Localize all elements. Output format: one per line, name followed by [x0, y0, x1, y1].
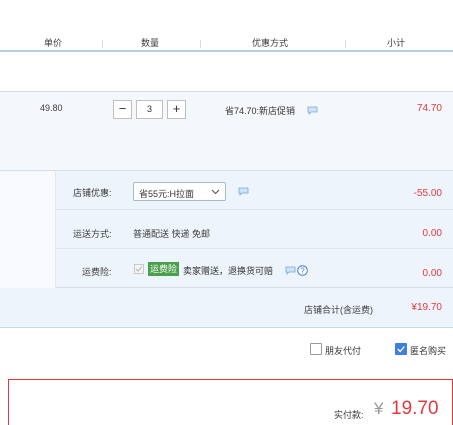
quantity-stepper: − 3 +: [113, 100, 187, 119]
insurance-label: 运费险:: [82, 267, 112, 277]
divider: [56, 248, 453, 249]
coupon-amount: -55.00: [413, 188, 442, 199]
item-promo-text: 省74.70:新店促销: [225, 106, 296, 116]
svg-text:?: ?: [300, 266, 305, 275]
header-divider: [345, 40, 346, 48]
shop-summary: 店铺优惠: 省55元:H拉面 -55.00 运送方式: 普通配送 快递 免邮 0…: [0, 171, 453, 288]
payment-currency: ¥: [374, 399, 384, 418]
coupon-label: 店铺优惠:: [73, 188, 112, 198]
item-unit-price: 49.80: [40, 103, 63, 113]
anonymous-checkbox[interactable]: [395, 343, 407, 355]
insurance-badge: 运费险: [148, 262, 180, 276]
chat-icon[interactable]: [307, 106, 318, 115]
decrease-quantity-button[interactable]: −: [113, 100, 132, 119]
chat-icon[interactable]: [285, 266, 296, 275]
header-divider: [200, 40, 201, 48]
shop-total-amount: ¥19.70: [411, 302, 442, 313]
chat-icon[interactable]: [238, 187, 249, 196]
anonymous-label: 匿名购买: [410, 346, 447, 356]
help-icon[interactable]: ?: [297, 265, 308, 276]
shop-total-row: 店铺合计(含运费) ¥19.70: [0, 288, 453, 328]
coupon-selected-value: 省55元:H拉面: [139, 189, 195, 199]
order-table-header: 单价 数量 优惠方式 小计: [0, 30, 453, 52]
col-qty-header: 数量: [141, 38, 160, 48]
shop-total-label: 店铺合计(含运费): [304, 305, 373, 315]
shipping-value: 普通配送 快递 免邮: [133, 229, 211, 239]
item-subtotal: 74.70: [416, 103, 442, 114]
friend-pay-checkbox[interactable]: [310, 343, 322, 355]
friend-pay-label: 朋友代付: [325, 346, 362, 356]
check-icon: [135, 266, 143, 272]
divider: [56, 209, 453, 210]
header-divider: [102, 40, 103, 48]
insurance-checkbox: [134, 264, 144, 274]
shipping-amount: 0.00: [422, 228, 442, 239]
quantity-input[interactable]: 3: [136, 100, 163, 119]
shipping-label: 运送方式:: [73, 229, 112, 239]
col-promo-header: 优惠方式: [252, 38, 289, 48]
insurance-text: 卖家赠送，退换货可赔: [183, 266, 274, 276]
chevron-down-icon: [211, 189, 220, 195]
payment-amount: 19.70: [391, 398, 439, 419]
coupon-select[interactable]: 省55元:H拉面: [133, 182, 226, 201]
shop-left-panel: [0, 171, 56, 288]
payment-label: 实付款:: [334, 410, 364, 420]
increase-quantity-button[interactable]: +: [167, 100, 186, 119]
check-icon: [397, 346, 405, 353]
item-row: 49.80 − 3 + 省74.70:新店促销 74.70: [0, 91, 453, 171]
col-price-header: 单价: [44, 38, 63, 48]
insurance-amount: 0.00: [422, 268, 442, 279]
col-subtotal-header: 小计: [387, 38, 406, 48]
payment-box: 实付款: ¥ 19.70: [8, 379, 453, 425]
